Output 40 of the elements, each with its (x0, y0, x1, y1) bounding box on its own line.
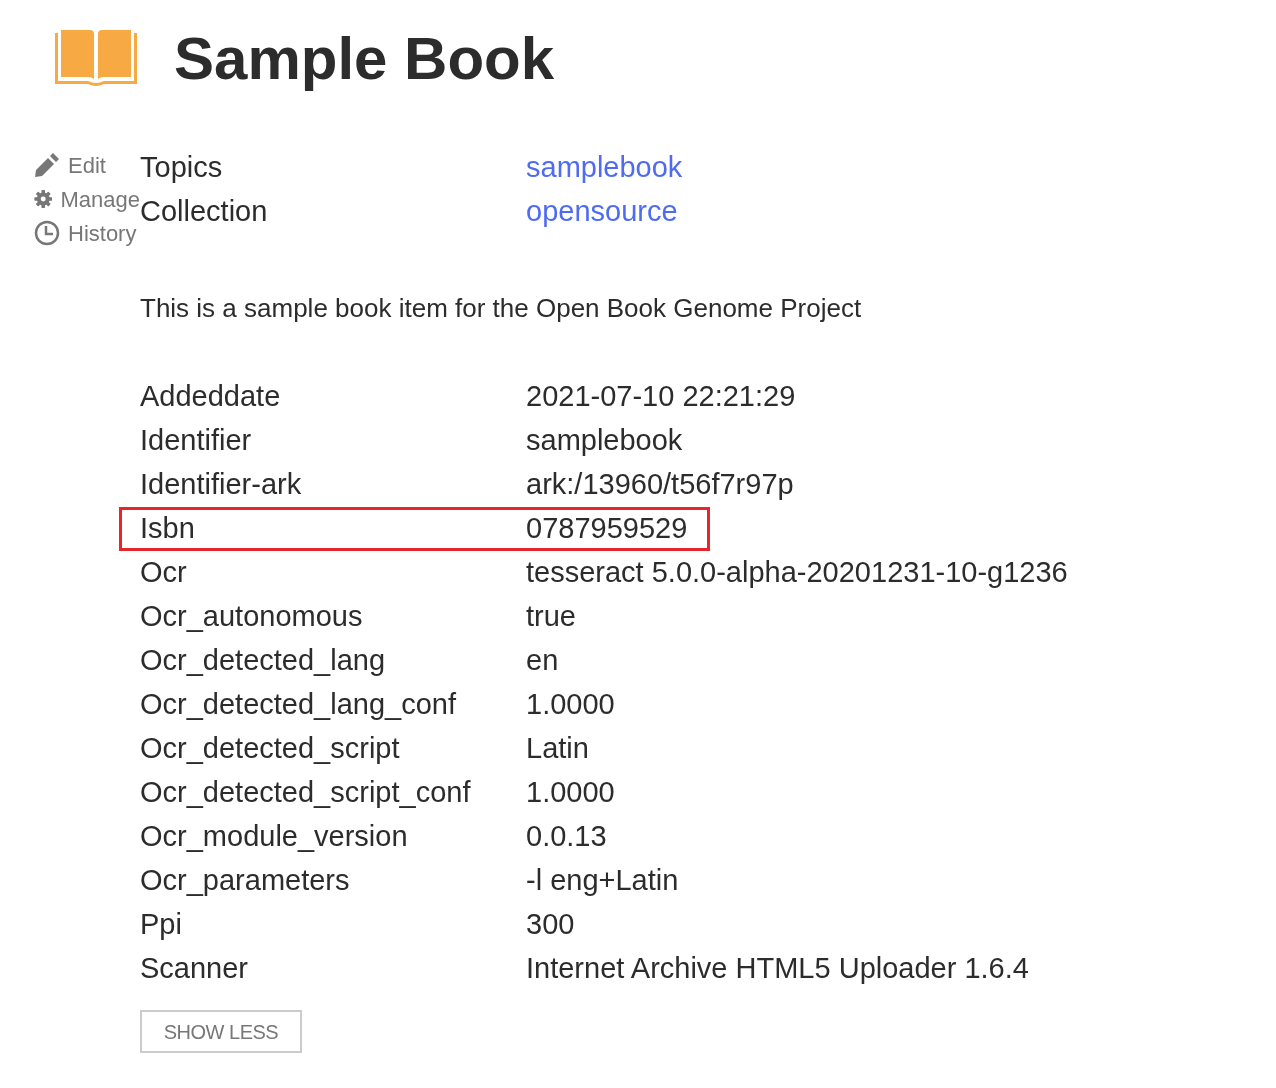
field-value: 0787959529 (526, 511, 688, 547)
field-link[interactable]: samplebook (526, 146, 683, 190)
field-value: 1.0000 (526, 687, 615, 723)
field-link[interactable]: opensource (526, 190, 678, 234)
edit-link[interactable]: Edit (34, 148, 140, 182)
field-value: ark:/13960/t56f7r97p (526, 467, 794, 503)
field-label: Identifier (140, 423, 253, 459)
field-label: Ocr_autonomous (140, 599, 364, 635)
field-label: Identifier-ark (140, 467, 303, 503)
field-label: Ocr_detected_lang (140, 643, 387, 679)
field-value: en (526, 643, 559, 679)
field-value: tesseract 5.0.0-alpha-20201231-10-g1236 (526, 555, 1068, 591)
field-label: Ocr_detected_script (140, 731, 401, 767)
field-label: Collection (140, 194, 269, 230)
field-value: samplebook (526, 423, 683, 459)
field-value: 300 (526, 907, 575, 943)
history-link[interactable]: History (34, 216, 140, 250)
field-value: -l eng+Latin (526, 863, 679, 899)
field-label: Ppi (140, 907, 183, 943)
field-label: Isbn (140, 511, 196, 547)
show-less-button[interactable]: SHOW LESS (140, 1010, 302, 1053)
field-label: Ocr_detected_script_conf (140, 775, 472, 811)
field-label: Addeddate (140, 379, 282, 415)
field-label: Ocr_detected_lang_conf (140, 687, 457, 723)
description: This is a sample book item for the Open Book Genome Project (140, 293, 863, 323)
field-label: Topics (140, 150, 224, 186)
page-title: Sample Book (174, 29, 555, 89)
field-label: Ocr_parameters (140, 863, 351, 899)
field-value: 2021-07-10 22:21:29 (526, 379, 796, 415)
field-value: Internet Archive HTML5 Uploader 1.6.4 (526, 951, 1029, 987)
field-label: Scanner (140, 951, 249, 987)
field-label: Ocr (140, 555, 188, 591)
pencil-icon (34, 152, 60, 178)
clock-icon (34, 220, 60, 246)
field-label: Ocr_module_version (140, 819, 409, 855)
field-value: 0.0.13 (526, 819, 607, 855)
field-value: 1.0000 (526, 775, 615, 811)
field-value: true (526, 599, 576, 635)
manage-link[interactable]: Manage (34, 182, 140, 216)
field-value: Latin (526, 731, 589, 767)
